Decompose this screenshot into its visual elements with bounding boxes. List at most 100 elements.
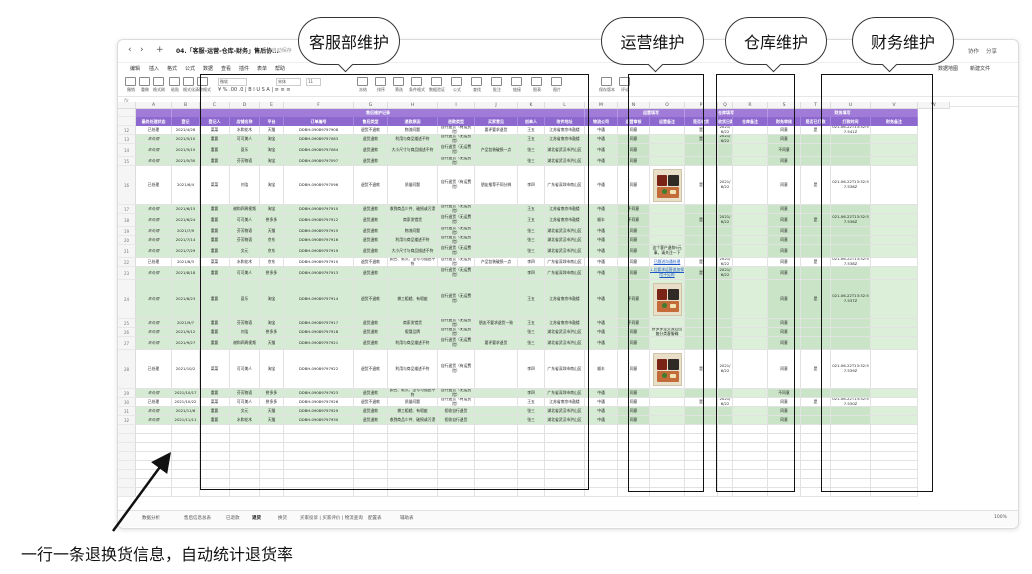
table-cell[interactable]: 2021/6/24: [172, 214, 200, 227]
table-cell[interactable]: 中通: [585, 280, 618, 319]
table-cell[interactable]: 2021/10/2: [172, 350, 200, 389]
table-cell[interactable]: 中通: [585, 144, 618, 157]
column-header-a[interactable]: A: [136, 102, 172, 109]
table-cell[interactable]: 中通: [585, 157, 618, 166]
row-header[interactable]: 15: [118, 157, 136, 166]
sheet-tab[interactable]: 退货: [252, 515, 261, 521]
empty-cell[interactable]: [136, 479, 172, 488]
table-cell[interactable]: 未处理: [136, 214, 172, 227]
row-header[interactable]: [118, 488, 136, 497]
empty-cell[interactable]: [585, 452, 618, 461]
empty-cell[interactable]: [136, 470, 172, 479]
empty-cell[interactable]: [585, 443, 618, 452]
data-map-button[interactable]: 数据地图: [938, 65, 958, 72]
table-cell[interactable]: 2021/8/18: [172, 267, 200, 280]
table-cell[interactable]: 中通: [585, 267, 618, 280]
table-cell[interactable]: 中通: [585, 319, 618, 328]
row-header[interactable]: 17: [118, 205, 136, 214]
menu-insert[interactable]: 插入: [149, 65, 159, 72]
table-cell[interactable]: 未处理: [136, 280, 172, 319]
sheet-tab[interactable]: 买家投诉 | 买家评价 | 物流查询: [300, 515, 363, 521]
table-cell[interactable]: 2021/11/6: [172, 407, 200, 416]
field-header[interactable]: 物流公司: [585, 117, 618, 126]
table-cell[interactable]: 2021/5/15: [172, 144, 200, 157]
table-cell[interactable]: 已处理: [136, 398, 172, 407]
column-header-m[interactable]: M: [585, 102, 618, 109]
table-cell[interactable]: 中通: [585, 227, 618, 236]
menu-formula[interactable]: 公式: [185, 65, 195, 72]
zoom-level[interactable]: 100%: [994, 515, 1007, 520]
table-cell[interactable]: 2021/10/17: [172, 389, 200, 398]
table-cell[interactable]: 顺丰: [585, 350, 618, 389]
table-cell[interactable]: 未处理: [136, 407, 172, 416]
empty-cell[interactable]: [136, 488, 172, 497]
field-header[interactable]: 最终处理状态: [136, 117, 172, 126]
row-header[interactable]: [118, 425, 136, 434]
table-cell[interactable]: 2021/10/22: [172, 398, 200, 407]
field-header[interactable]: 登记: [172, 117, 200, 126]
table-cell[interactable]: 2021/11/11: [172, 416, 200, 425]
row-header[interactable]: [118, 117, 136, 126]
row-header[interactable]: [118, 479, 136, 488]
row-header[interactable]: 16: [118, 166, 136, 205]
empty-cell[interactable]: [172, 434, 200, 443]
row-header[interactable]: 24: [118, 280, 136, 319]
empty-cell[interactable]: [136, 443, 172, 452]
empty-cell[interactable]: [585, 434, 618, 443]
toolbar-save-version-button[interactable]: 保存版本: [598, 76, 615, 95]
empty-cell[interactable]: [172, 479, 200, 488]
empty-cell[interactable]: [172, 461, 200, 470]
table-cell[interactable]: 2021/5/30: [172, 157, 200, 166]
forward-button[interactable]: ›: [140, 45, 144, 55]
sheet-tab[interactable]: 辅助表: [400, 515, 414, 521]
empty-cell[interactable]: [136, 425, 172, 434]
row-header[interactable]: [118, 470, 136, 479]
table-cell[interactable]: 未处理: [136, 157, 172, 166]
empty-cell[interactable]: [172, 443, 200, 452]
row-header[interactable]: 23: [118, 267, 136, 280]
sheet-tab[interactable]: 配置表: [368, 515, 382, 521]
table-cell[interactable]: 未处理: [136, 205, 172, 214]
empty-cell[interactable]: [172, 470, 200, 479]
table-cell[interactable]: 未处理: [136, 236, 172, 245]
table-cell[interactable]: 中通: [585, 398, 618, 407]
row-header[interactable]: [118, 461, 136, 470]
empty-cell[interactable]: [585, 470, 618, 479]
row-header[interactable]: 19: [118, 227, 136, 236]
row-header[interactable]: 32: [118, 416, 136, 425]
table-cell[interactable]: 中通: [585, 245, 618, 258]
table-cell[interactable]: 2021/6/4: [172, 166, 200, 205]
sheet-tab[interactable]: 已退款: [226, 515, 240, 521]
table-cell[interactable]: 未处理: [136, 416, 172, 425]
table-cell[interactable]: 2021/5/10: [172, 135, 200, 144]
table-cell[interactable]: 已处理: [136, 166, 172, 205]
row-header[interactable]: 20: [118, 236, 136, 245]
row-header[interactable]: 14: [118, 144, 136, 157]
column-header-b[interactable]: B: [172, 102, 200, 109]
table-cell[interactable]: 中通: [585, 337, 618, 350]
menu-format[interactable]: 格式: [167, 65, 177, 72]
table-cell[interactable]: 未处理: [136, 328, 172, 337]
row-header[interactable]: 21: [118, 245, 136, 258]
table-cell[interactable]: 2021/6/15: [172, 205, 200, 214]
table-cell[interactable]: 中通: [585, 205, 618, 214]
table-cell[interactable]: 中通: [585, 258, 618, 267]
row-header[interactable]: 26: [118, 328, 136, 337]
empty-cell[interactable]: [172, 488, 200, 497]
empty-cell[interactable]: [585, 461, 618, 470]
collaborate-button[interactable]: 协作: [968, 47, 979, 55]
row-header[interactable]: 13: [118, 135, 136, 144]
table-cell[interactable]: 2021/4/28: [172, 126, 200, 135]
table-cell[interactable]: 2021/8/3: [172, 258, 200, 267]
table-cell[interactable]: 2021/9/27: [172, 337, 200, 350]
empty-cell[interactable]: [136, 461, 172, 470]
empty-cell[interactable]: [172, 425, 200, 434]
toolbar-format-painter-button[interactable]: 格式刷: [150, 76, 166, 95]
row-header[interactable]: 27: [118, 337, 136, 350]
row-header[interactable]: 28: [118, 350, 136, 389]
table-cell[interactable]: 已处理: [136, 258, 172, 267]
table-cell[interactable]: 中通: [585, 166, 618, 205]
table-cell[interactable]: 已处理: [136, 350, 172, 389]
table-cell[interactable]: 中通: [585, 389, 618, 398]
table-cell[interactable]: 未处理: [136, 267, 172, 280]
